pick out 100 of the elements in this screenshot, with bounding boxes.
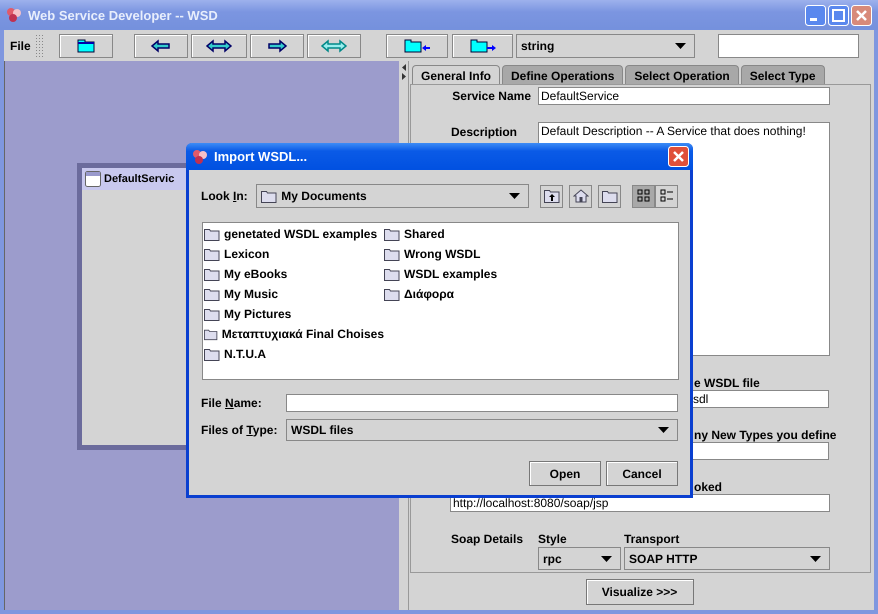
open-button[interactable]: Open xyxy=(529,461,601,486)
arrow-icon xyxy=(321,38,347,52)
folder-name: My eBooks xyxy=(224,267,288,281)
folder-name: Wrong WSDL xyxy=(404,247,480,261)
field-label: ny New Types you define xyxy=(694,428,838,442)
minimize-button[interactable] xyxy=(805,4,826,26)
folder-icon xyxy=(384,268,400,280)
folder-icon xyxy=(261,190,278,202)
caret-icon xyxy=(810,556,821,562)
soap-details-label: Soap Details xyxy=(451,532,524,546)
folder-icon xyxy=(204,288,220,300)
tool-folder-out-button[interactable] xyxy=(452,34,513,58)
tool-folder-in-button[interactable] xyxy=(386,34,448,58)
folder-item[interactable]: Διάφορα xyxy=(384,284,564,304)
look-in-dropdown[interactable]: My Documents xyxy=(256,184,529,208)
folder-item[interactable]: WSDL examples xyxy=(384,264,564,284)
tab[interactable]: General Info xyxy=(412,65,500,85)
close-button[interactable] xyxy=(851,4,872,26)
list-icon xyxy=(660,189,674,203)
field-label: Service Name xyxy=(451,89,531,103)
folder-icon xyxy=(204,348,220,360)
caret-icon xyxy=(509,193,520,199)
details-view-button[interactable] xyxy=(655,184,678,208)
types-file-field[interactable] xyxy=(690,442,829,460)
caret-icon xyxy=(675,42,686,48)
folder-icon xyxy=(204,228,220,240)
folder-name: My Pictures xyxy=(224,307,292,321)
folder-icon xyxy=(384,288,400,300)
file-type-label: Files of Type: xyxy=(201,423,278,437)
tool-arrow-right-button[interactable] xyxy=(250,34,304,58)
search-field[interactable] xyxy=(718,34,859,58)
visualize-button[interactable]: Visualize >>> xyxy=(586,578,694,604)
tab[interactable]: Select Operation xyxy=(625,65,739,85)
transport-label: Transport xyxy=(624,532,680,546)
window-title: Web Service Developer -- WSD xyxy=(28,8,218,22)
grid-icon xyxy=(636,189,650,203)
folder-item[interactable]: genetated WSDL examples xyxy=(204,224,384,244)
tool-arrow-both-button[interactable] xyxy=(191,34,247,58)
folder-item[interactable]: My Music xyxy=(204,284,384,304)
transport-dropdown[interactable]: SOAP HTTP xyxy=(624,547,830,570)
arrow-icon xyxy=(206,38,232,52)
folder-name: Shared xyxy=(404,227,445,241)
folder-item[interactable]: My eBooks xyxy=(204,264,384,284)
folder-item[interactable]: Lexicon xyxy=(204,244,384,264)
folder-item[interactable]: N.T.U.A xyxy=(204,344,384,364)
caret-icon xyxy=(658,427,669,433)
folder-name: Διάφορα xyxy=(404,287,454,301)
folder-icon xyxy=(204,328,218,340)
type-dropdown[interactable]: string xyxy=(516,34,695,58)
folder-name: WSDL examples xyxy=(404,267,498,281)
frame-title: DefaultServic xyxy=(104,173,174,185)
tool-arrow-both-light-button[interactable] xyxy=(307,34,361,58)
folder-up-icon xyxy=(544,189,560,203)
style-label: Style xyxy=(538,532,568,546)
file-name-field[interactable] xyxy=(286,394,678,412)
app-icon xyxy=(6,7,22,23)
cancel-button[interactable]: Cancel xyxy=(606,461,678,486)
file-name-label: File Name: xyxy=(201,396,263,410)
field-label: oked xyxy=(694,480,724,494)
maximize-button[interactable] xyxy=(828,4,849,26)
folder-arrow-icon xyxy=(404,38,430,52)
tool-folder-button[interactable] xyxy=(59,34,113,58)
wsdl-file-field[interactable]: sdl xyxy=(690,390,829,408)
up-folder-button[interactable] xyxy=(540,184,563,208)
folder-icon xyxy=(204,308,220,320)
folder-item[interactable]: Μεταπτυχιακά Final Choises xyxy=(204,324,384,344)
folder-item[interactable]: My Pictures xyxy=(204,304,384,324)
folder-item[interactable]: Shared xyxy=(384,224,564,244)
folder-name: My Music xyxy=(224,287,278,301)
style-dropdown[interactable]: rpc xyxy=(538,547,621,570)
folder-item[interactable]: Wrong WSDL xyxy=(384,244,564,264)
new-folder-button[interactable] xyxy=(598,184,621,208)
home-icon xyxy=(572,189,588,203)
folder-name: Lexicon xyxy=(224,247,270,261)
file-type-dropdown[interactable]: WSDL files xyxy=(286,419,678,441)
service-name-field[interactable]: DefaultService xyxy=(538,87,830,105)
field-label: Description xyxy=(451,125,518,139)
look-in-label: Look In: xyxy=(201,189,249,203)
folder-name: Μεταπτυχιακά Final Choises xyxy=(222,327,384,341)
folder-icon xyxy=(204,248,220,260)
app-icon xyxy=(192,148,208,164)
collapse-arrows-icon[interactable] xyxy=(400,63,406,81)
folder-name: N.T.U.A xyxy=(224,347,266,361)
close-button[interactable] xyxy=(668,146,689,167)
tab[interactable]: Select Type xyxy=(740,65,825,85)
folder-arrow-icon xyxy=(470,38,496,52)
folder-icon xyxy=(384,248,400,260)
tool-arrow-left-button[interactable] xyxy=(134,34,188,58)
caret-icon xyxy=(601,556,612,562)
folder-icon xyxy=(384,228,400,240)
frame-icon xyxy=(85,171,101,187)
list-view-button[interactable] xyxy=(632,184,655,208)
folder-icon xyxy=(204,268,220,280)
tab[interactable]: Define Operations xyxy=(502,65,624,85)
dialog-title: Import WSDL... xyxy=(214,149,308,164)
file-menu[interactable]: File xyxy=(10,38,36,52)
folder-name: genetated WSDL examples xyxy=(224,227,378,241)
field-label: e WSDL file xyxy=(694,376,761,390)
folder-icon xyxy=(602,189,618,203)
home-button[interactable] xyxy=(569,184,592,208)
